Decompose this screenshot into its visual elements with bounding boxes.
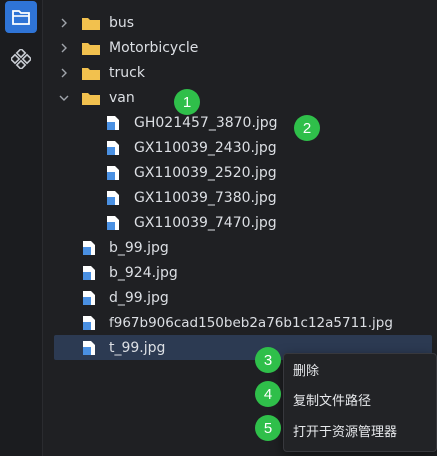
image-file-icon <box>82 290 96 306</box>
tree-file[interactable]: b_924.jpg <box>42 260 437 285</box>
tree-file[interactable]: d_99.jpg <box>42 285 437 310</box>
image-file-icon <box>106 115 120 131</box>
tree-folder-bus[interactable]: bus <box>42 10 437 35</box>
menu-item-label: 删除 <box>293 363 320 379</box>
activity-bar <box>0 0 43 456</box>
file-label: b_99.jpg <box>109 239 169 256</box>
annotation-badge: 1 <box>174 89 200 115</box>
menu-item-delete[interactable]: 删除 <box>284 356 436 382</box>
file-label: f967b906cad150beb2a76b1c12a5711.jpg <box>109 314 393 331</box>
menu-item-reveal-in-explorer[interactable]: 打开于资源管理器 <box>284 417 436 443</box>
context-menu: 删除 复制文件路径 打开于资源管理器 <box>283 353 437 452</box>
file-label: GX110039_7380.jpg <box>134 189 277 206</box>
tree-file[interactable]: b_99.jpg <box>42 235 437 260</box>
explorer-button[interactable] <box>5 1 37 33</box>
image-file-icon <box>106 190 120 206</box>
image-file-icon <box>106 165 120 181</box>
image-file-icon <box>82 315 96 331</box>
tree-file[interactable]: GH021457_3870.jpg <box>42 110 437 135</box>
file-label: GX110039_7470.jpg <box>134 214 277 231</box>
file-label: b_924.jpg <box>109 264 178 281</box>
folder-label: truck <box>109 64 145 81</box>
folder-label: Motorbicycle <box>109 39 199 56</box>
image-file-icon <box>82 265 96 281</box>
menu-item-label: 打开于资源管理器 <box>293 424 398 440</box>
extensions-button[interactable] <box>5 43 37 75</box>
file-label: GX110039_2430.jpg <box>134 139 277 156</box>
tree-folder-motorbicycle[interactable]: Motorbicycle <box>42 35 437 60</box>
annotation-badge: 3 <box>255 347 281 373</box>
tree-folder-truck[interactable]: truck <box>42 60 437 85</box>
image-file-icon <box>106 215 120 231</box>
tree-file[interactable]: GX110039_2430.jpg <box>42 135 437 160</box>
menu-item-label: 复制文件路径 <box>293 393 372 409</box>
annotation-badge: 5 <box>255 415 281 441</box>
extensions-icon <box>11 49 31 69</box>
chevron-down-icon <box>59 93 69 103</box>
folder-label: van <box>109 89 135 106</box>
tree-file[interactable]: GX110039_2520.jpg <box>42 160 437 185</box>
chevron-right-icon <box>59 68 69 78</box>
chevron-right-icon <box>59 18 69 28</box>
annotation-badge: 2 <box>294 115 320 141</box>
folder-label: bus <box>109 14 135 31</box>
folder-icon <box>82 41 100 55</box>
file-label: GH021457_3870.jpg <box>134 114 278 131</box>
image-file-icon <box>82 340 96 356</box>
folder-open-icon <box>82 91 100 105</box>
tree-file[interactable]: GX110039_7380.jpg <box>42 185 437 210</box>
menu-item-copy-path[interactable]: 复制文件路径 <box>284 386 436 412</box>
file-label: GX110039_2520.jpg <box>134 164 277 181</box>
image-file-icon <box>106 140 120 156</box>
tree-file[interactable]: GX110039_7470.jpg <box>42 210 437 235</box>
explorer-icon <box>12 10 30 25</box>
folder-icon <box>82 16 100 30</box>
annotation-badge: 4 <box>255 381 281 407</box>
tree-folder-van[interactable]: van <box>42 85 437 110</box>
folder-icon <box>82 66 100 80</box>
tree-file[interactable]: f967b906cad150beb2a76b1c12a5711.jpg <box>42 310 437 335</box>
file-label: t_99.jpg <box>109 339 166 356</box>
chevron-right-icon <box>59 43 69 53</box>
image-file-icon <box>82 240 96 256</box>
file-label: d_99.jpg <box>109 289 169 306</box>
